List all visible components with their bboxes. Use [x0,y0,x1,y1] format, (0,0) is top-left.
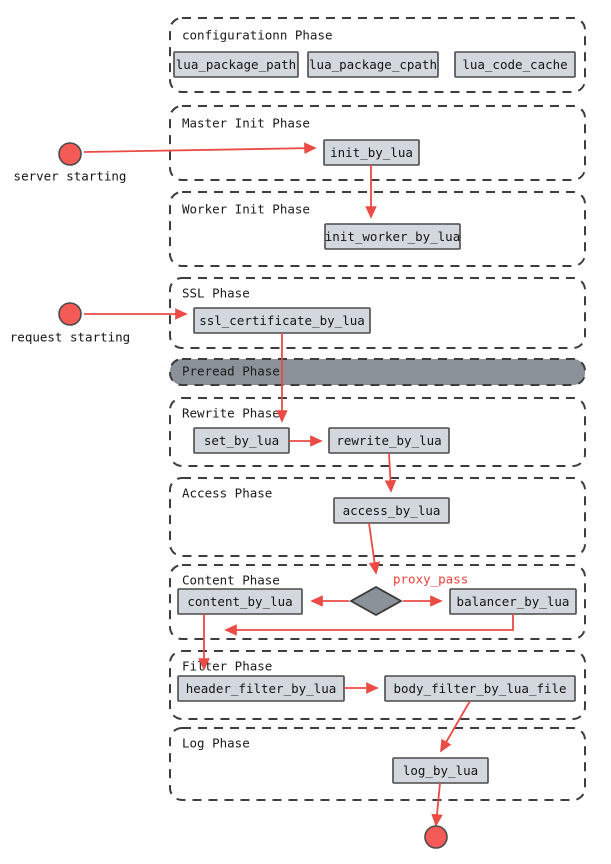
phase-group-configuration-phase: configurationn Phase lua_package_path lua_… [169,17,586,93]
phase-group-ssl-phase: SSL Phase ssl_certificate_by_lua [169,277,586,349]
flow-edge-log-to-end [431,782,443,827]
node-label-log_by_lua: log_by_lua [403,763,478,778]
node-set_by_lua[interactable]: set_by_lua [193,427,290,454]
phase-label-filter-phase: Filter Phase [182,659,272,674]
lua-phase-diagram: configurationn Phase lua_package_path lua_… [0,0,611,864]
node-label-lua_package_cpath: lua_package_cpath [309,57,437,72]
node-label-ssl_certificate_by_lua: ssl_certificate_by_lua [199,313,365,328]
phase-group-preread-phase: Preread Phase [169,358,586,386]
flow-edge-body-filter-to-log [440,700,471,753]
node-lua_package_path[interactable]: lua_package_path [173,51,299,78]
terminal-label-server-starting: server starting [14,169,127,184]
flow-edge-balancer-return [224,614,514,636]
node-header_filter_by_lua[interactable]: header_filter_by_lua [177,675,345,702]
phase-label-ssl-phase: SSL Phase [182,286,250,301]
node-label-init_by_lua: init_by_lua [330,145,413,160]
node-rewrite_by_lua[interactable]: rewrite_by_lua [328,427,450,454]
terminal-label-request-starting: request starting [10,330,130,345]
terminal-server-starting: server starting [14,142,127,184]
node-label-lua_code_cache: lua_code_cache [462,57,567,72]
node-init_worker_by_lua[interactable]: init_worker_by_lua [324,223,461,250]
node-lua_package_cpath[interactable]: lua_package_cpath [307,51,439,78]
phase-label-content-phase: Content Phase [182,573,280,588]
node-balancer_by_lua[interactable]: balancer_by_lua [449,588,577,615]
node-label-body_filter_by_lua_file: body_filter_by_lua_file [393,681,566,696]
node-label-header_filter_by_lua: header_filter_by_lua [186,681,337,696]
phase-label-worker-init-phase: Worker Init Phase [182,202,310,217]
terminal-circle-request-starting [58,302,82,326]
node-label-content_by_lua: content_by_lua [187,594,292,609]
terminal-request-starting: request starting [10,302,130,345]
flow-edge-access-to-decision [368,522,381,575]
phase-label-access-phase: Access Phase [182,486,272,501]
node-content_by_lua[interactable]: content_by_lua [177,588,303,615]
node-body_filter_by_lua_file[interactable]: body_filter_by_lua_file [384,675,576,702]
decision-diamond[interactable] [349,585,403,617]
node-label-rewrite_by_lua: rewrite_by_lua [336,433,441,448]
node-label-access_by_lua: access_by_lua [343,503,441,518]
flow-edge-server-to-init [83,142,317,154]
phase-group-access-phase: Access Phase access_by_lua [169,477,586,557]
phase-label-configuration-phase: configurationn Phase [182,28,333,43]
phase-group-log-phase: Log Phase log_by_lua [169,727,586,801]
node-ssl_certificate_by_lua[interactable]: ssl_certificate_by_lua [193,307,371,334]
phases-layer: configurationn Phase lua_package_path lua_… [169,17,586,801]
terminal-circle-request-end [424,825,448,849]
phase-group-rewrite-phase: Rewrite Phase set_by_lua rewrite_by_lua [169,397,586,467]
node-lua_code_cache[interactable]: lua_code_cache [454,51,576,78]
node-label-set_by_lua: set_by_lua [204,433,279,448]
phase-label-master-init-phase: Master Init Phase [182,116,310,131]
node-label-lua_package_path: lua_package_path [176,57,296,72]
terminal-circle-server-starting [58,142,82,166]
terminal-request-end [424,825,448,849]
diagram-canvas: configurationn Phase lua_package_path lua_… [10,17,586,849]
node-label-balancer_by_lua: balancer_by_lua [457,594,570,609]
node-label-init_worker_by_lua: init_worker_by_lua [325,229,460,244]
node-init_by_lua[interactable]: init_by_lua [323,139,420,166]
phase-group-filter-phase: Filter Phase header_filter_by_lua body_fil… [169,650,586,720]
flow-edge-rewrite-to-access [384,452,397,493]
phase-label-rewrite-phase: Rewrite Phase [182,406,280,421]
node-log_by_lua[interactable]: log_by_lua [392,757,489,784]
node-access_by_lua[interactable]: access_by_lua [333,497,450,524]
phase-group-master-init-phase: Master Init Phase init_by_lua [169,105,586,181]
phase-label-log-phase: Log Phase [182,736,250,751]
phase-group-worker-init-phase: Worker Init Phase init_worker_by_lua [169,191,586,267]
phase-label-preread-phase: Preread Phase [182,364,280,379]
decision-label-proxy-pass: proxy_pass [393,572,468,587]
